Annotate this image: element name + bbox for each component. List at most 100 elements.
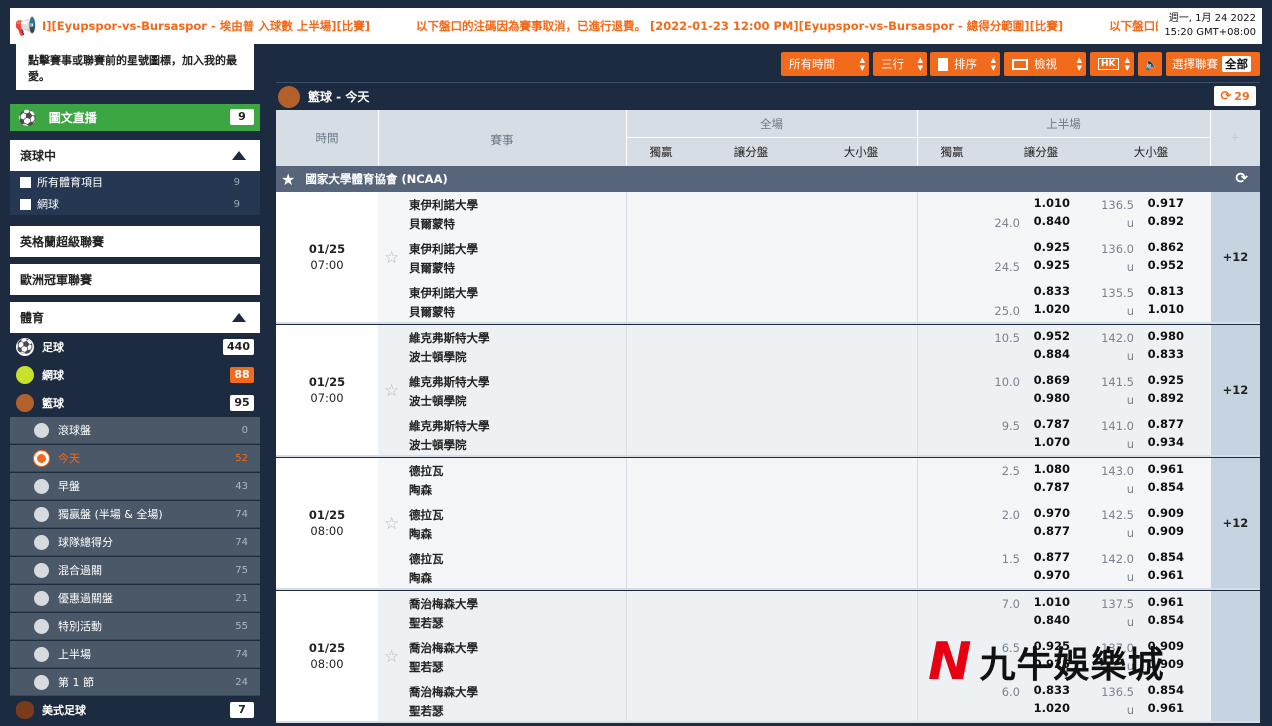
under-odds[interactable]: 0.961 — [1138, 568, 1184, 582]
collapse-arrow-icon[interactable] — [232, 313, 246, 322]
under-odds[interactable]: 0.961 — [1138, 701, 1184, 715]
handicap-away-odds[interactable]: 1.070 — [1020, 435, 1070, 449]
sport-item-basketball[interactable]: 籃球 95 — [10, 389, 260, 417]
view-dropdown[interactable]: 檢視 ▲ ▼ — [1004, 52, 1086, 76]
home-team[interactable]: 東伊利諾大學 — [409, 197, 478, 213]
basketball-sub-item[interactable]: 特別活動 55 — [10, 613, 260, 640]
home-team[interactable]: 東伊利諾大學 — [409, 285, 478, 301]
sports-panel-header[interactable]: 體育 — [10, 302, 260, 333]
home-team[interactable]: 喬治梅森大學 — [409, 596, 478, 612]
handicap-home-odds[interactable]: 0.970 — [1020, 506, 1070, 520]
handicap-away-odds[interactable]: 0.840 — [1020, 214, 1070, 228]
away-team[interactable]: 波士頓學院 — [409, 437, 467, 453]
over-odds[interactable]: 0.909 — [1138, 506, 1184, 520]
home-team[interactable]: 德拉瓦 — [409, 507, 444, 523]
link-champions-league[interactable]: 歐洲冠軍聯賽 — [10, 264, 260, 295]
sport-item-american-football[interactable]: 美式足球 7 — [10, 696, 260, 724]
over-odds[interactable]: 0.917 — [1138, 196, 1184, 210]
away-team[interactable]: 陶森 — [409, 570, 432, 586]
over-odds[interactable]: 0.862 — [1138, 240, 1184, 254]
home-team[interactable]: 維克弗斯特大學 — [409, 418, 490, 434]
handicap-away-odds[interactable]: 1.020 — [1020, 701, 1070, 715]
sort-dropdown[interactable]: 排序 ▲ ▼ — [930, 52, 1000, 76]
away-team[interactable]: 波士頓學院 — [409, 393, 467, 409]
live-streaming-button[interactable]: ⚽ 圖文直播 9 — [10, 104, 260, 131]
basketball-sub-item[interactable]: 滾球盤 0 — [10, 417, 260, 444]
basketball-sub-item[interactable]: 早盤 43 — [10, 473, 260, 500]
under-odds[interactable]: 0.952 — [1138, 258, 1184, 272]
checkbox[interactable] — [20, 176, 31, 188]
away-team[interactable]: 陶森 — [409, 482, 432, 498]
handicap-away-odds[interactable]: 0.884 — [1020, 347, 1070, 361]
more-markets-button[interactable]: +12 — [1211, 325, 1260, 455]
handicap-away-odds[interactable]: 1.020 — [1020, 302, 1070, 316]
away-team[interactable]: 聖若瑟 — [409, 615, 444, 631]
under-odds[interactable]: 0.892 — [1138, 214, 1184, 228]
inplay-header[interactable]: 滾球中 — [10, 140, 260, 171]
home-team[interactable]: 維克弗斯特大學 — [409, 330, 490, 346]
select-league-button[interactable]: 選擇聯賽 全部 — [1166, 52, 1260, 76]
home-team[interactable]: 喬治梅森大學 — [409, 640, 478, 656]
handicap-away-odds[interactable]: 0.980 — [1020, 391, 1070, 405]
basketball-sub-item[interactable]: 今天 52 — [10, 445, 260, 472]
basketball-sub-item[interactable]: 第 1 節 24 — [10, 669, 260, 696]
away-team[interactable]: 貝爾蒙特 — [409, 304, 455, 320]
lines-dropdown[interactable]: 三行 ▲ ▼ — [873, 52, 927, 76]
basketball-sub-item[interactable]: 球隊總得分 74 — [10, 529, 260, 556]
away-team[interactable]: 貝爾蒙特 — [409, 216, 455, 232]
handicap-home-odds[interactable]: 0.877 — [1020, 550, 1070, 564]
link-premier-league[interactable]: 英格蘭超級聯賽 — [10, 226, 260, 257]
over-odds[interactable]: 0.854 — [1138, 550, 1184, 564]
handicap-away-odds[interactable]: 0.787 — [1020, 480, 1070, 494]
collapse-arrow-icon[interactable] — [232, 151, 246, 160]
home-team[interactable]: 喬治梅森大學 — [409, 684, 478, 700]
basketball-sub-item[interactable]: 混合過關 75 — [10, 557, 260, 584]
checkbox[interactable] — [20, 198, 31, 210]
inplay-item-tennis[interactable]: 網球 9 — [10, 193, 260, 215]
handicap-away-odds[interactable]: 0.925 — [1020, 258, 1070, 272]
handicap-home-odds[interactable]: 0.925 — [1020, 240, 1070, 254]
under-odds[interactable]: 0.833 — [1138, 347, 1184, 361]
sport-item-tennis[interactable]: 網球 88 — [10, 361, 260, 389]
over-odds[interactable]: 0.961 — [1138, 462, 1184, 476]
handicap-home-odds[interactable]: 1.080 — [1020, 462, 1070, 476]
time-filter-dropdown[interactable]: 所有時間 ▲ ▼ — [781, 52, 869, 76]
handicap-home-odds[interactable]: 0.787 — [1020, 417, 1070, 431]
over-odds[interactable]: 0.925 — [1138, 373, 1184, 387]
over-odds[interactable]: 0.813 — [1138, 284, 1184, 298]
home-team[interactable]: 維克弗斯特大學 — [409, 374, 490, 390]
basketball-sub-item[interactable]: 上半場 74 — [10, 641, 260, 668]
under-odds[interactable]: 0.854 — [1138, 613, 1184, 627]
favourite-star-icon[interactable]: ☆ — [384, 248, 399, 268]
more-markets-button[interactable]: +12 — [1211, 192, 1260, 322]
league-row[interactable]: ★ 國家大學體育協會 (NCAA) ⟳ — [276, 166, 1260, 192]
away-team[interactable]: 貝爾蒙特 — [409, 260, 455, 276]
favourite-star-icon[interactable]: ☆ — [384, 647, 399, 667]
favourite-star-icon[interactable]: ☆ — [384, 381, 399, 401]
away-team[interactable]: 聖若瑟 — [409, 703, 444, 719]
star-icon[interactable]: ★ — [281, 170, 295, 189]
inplay-item-all[interactable]: 所有體育項目 9 — [10, 171, 260, 193]
odds-type-dropdown[interactable]: HK ▲ ▼ — [1090, 52, 1134, 76]
away-team[interactable]: 陶森 — [409, 526, 432, 542]
over-odds[interactable]: 0.961 — [1138, 595, 1184, 609]
refresh-button[interactable]: ⟳ 29 — [1214, 86, 1256, 106]
over-odds[interactable]: 0.877 — [1138, 417, 1184, 431]
away-team[interactable]: 聖若瑟 — [409, 659, 444, 675]
home-team[interactable]: 德拉瓦 — [409, 551, 444, 567]
home-team[interactable]: 德拉瓦 — [409, 463, 444, 479]
handicap-home-odds[interactable]: 1.010 — [1020, 595, 1070, 609]
handicap-away-odds[interactable]: 0.970 — [1020, 568, 1070, 582]
basketball-sub-item[interactable]: 優惠過關盤 21 — [10, 585, 260, 612]
under-odds[interactable]: 0.892 — [1138, 391, 1184, 405]
handicap-away-odds[interactable]: 0.877 — [1020, 524, 1070, 538]
handicap-home-odds[interactable]: 1.010 — [1020, 196, 1070, 210]
more-markets-button[interactable]: +12 — [1211, 458, 1260, 588]
home-team[interactable]: 東伊利諾大學 — [409, 241, 478, 257]
handicap-home-odds[interactable]: 0.869 — [1020, 373, 1070, 387]
sport-item-soccer[interactable]: ⚽ 足球 440 — [10, 333, 260, 361]
handicap-home-odds[interactable]: 0.833 — [1020, 284, 1070, 298]
over-odds[interactable]: 0.980 — [1138, 329, 1184, 343]
favourite-star-icon[interactable]: ☆ — [384, 514, 399, 534]
handicap-home-odds[interactable]: 0.952 — [1020, 329, 1070, 343]
